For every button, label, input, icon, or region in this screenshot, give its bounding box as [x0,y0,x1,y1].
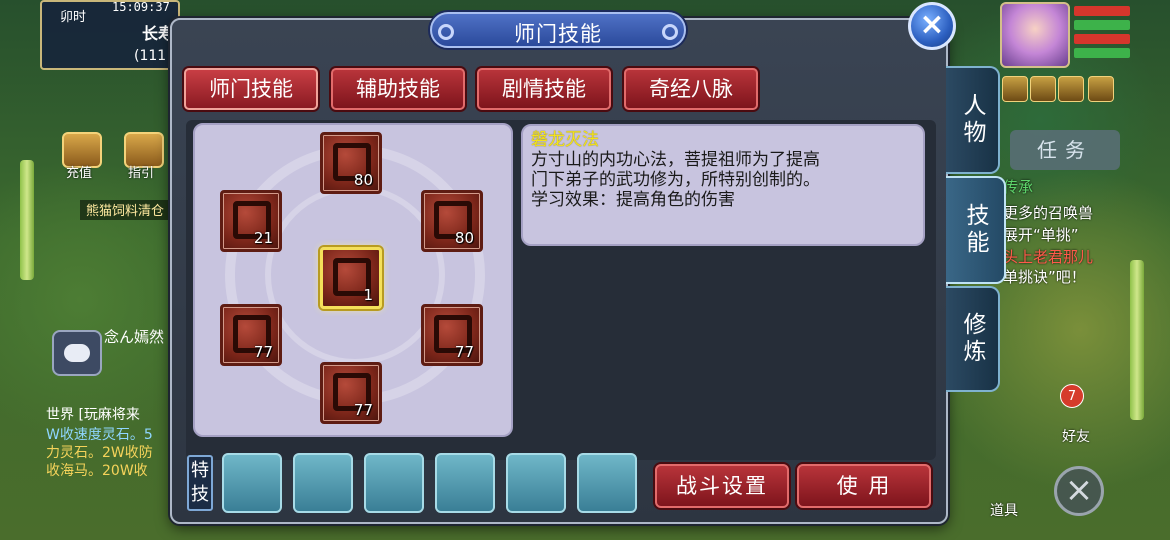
side-tab-cultivation[interactable]: 修炼 [946,286,1000,392]
clock-time: 15:09:37 [112,0,170,14]
skill-title: 磐龙灭法 [531,130,599,150]
tab-meridians[interactable]: 奇经八脉 [624,68,758,110]
skill-lower-right[interactable]: 77 [421,304,483,366]
map-coordinates: (111 [134,48,167,64]
task-line[interactable]: 展开“单挑” [1003,224,1079,245]
mp-bar [1074,20,1130,30]
use-button[interactable]: 使 用 [797,464,931,508]
side-tab-character[interactable]: 人物 [946,66,1000,174]
tab-support-skills[interactable]: 辅助技能 [331,68,465,110]
tab-school-skills[interactable]: 师门技能 [184,68,318,110]
pet-name: 念ん嫣然 [104,328,165,346]
bamboo-decoration [20,160,34,280]
skill-bottom[interactable]: 77 [320,362,382,424]
skill-upper-left[interactable]: 21 [220,190,282,252]
notice-banner[interactable]: 熊猫饲料清仓 [80,200,174,220]
recharge-button[interactable]: 充值 [66,162,92,181]
special-skill-slot[interactable] [222,453,282,513]
task-line[interactable]: 头上老君那儿 [1003,246,1093,267]
close-window-button[interactable]: × [908,2,956,50]
skill-level: 80 [353,171,373,189]
friend-count-badge: 7 [1060,384,1084,408]
window-title: 师门技能 [514,22,602,46]
task-line[interactable]: 更多的召唤兽 [1003,202,1093,223]
special-skill-slot[interactable] [364,453,424,513]
skill-level: 77 [353,401,373,419]
skill-level: 21 [253,229,273,247]
player-avatar[interactable] [1000,2,1070,68]
description-line: 方寸山的内功心法，菩提祖师为了提高 [531,150,820,170]
special-skill-slot[interactable] [506,453,566,513]
skill-lower-left[interactable]: 77 [220,304,282,366]
description-line: 门下弟子的武功修为，所特别创制的。 [531,170,820,190]
chat-line[interactable]: W收速度灵石。5 [46,424,172,444]
tab-story-skills[interactable]: 剧情技能 [477,68,611,110]
special-skills-label: 特技 [187,455,213,511]
friends-button[interactable]: 好友 [1062,426,1090,446]
bamboo-decoration [1130,260,1144,420]
special-skill-slot[interactable] [577,453,637,513]
title-ornament-icon [662,24,678,40]
task-line[interactable]: 单挑诀”吧！ [1003,266,1086,287]
skill-center[interactable]: 1 [320,247,382,309]
skill-upper-right[interactable]: 80 [421,190,483,252]
chat-line[interactable]: 世界 [玩麻将来 [46,404,172,424]
skill-level: 80 [454,229,474,247]
close-hud-icon[interactable]: × [1054,466,1104,516]
buff-icon[interactable] [1002,76,1028,102]
time-period-label: 卯时 [60,10,87,25]
exp-bar [1074,48,1130,58]
chat-icon[interactable] [52,330,102,376]
hp-bar [1074,6,1130,16]
skill-top[interactable]: 80 [320,132,382,194]
task-button[interactable]: 任务 [1010,130,1120,170]
anger-bar [1074,34,1130,44]
bag-button[interactable]: 道具 [990,500,1018,520]
window-title-bar: 师门技能 [430,12,686,48]
buff-icon[interactable] [1058,76,1084,102]
special-skill-slot[interactable] [293,453,353,513]
skill-level: 77 [454,343,474,361]
skill-level: 77 [253,343,273,361]
guide-button[interactable]: 指引 [128,162,154,181]
chat-line[interactable]: 收海马。20W收 [46,460,172,480]
buff-icon[interactable] [1088,76,1114,102]
description-line: 学习效果：提高角色的伤害 [531,190,735,210]
chat-line[interactable]: 力灵石。2W收防 [46,442,172,462]
buff-icon[interactable] [1030,76,1056,102]
skill-description-box: 磐龙灭法 方寸山的内功心法，菩提祖师为了提高 门下弟子的武功修为，所特别创制的。… [521,124,925,246]
special-skill-slot[interactable] [435,453,495,513]
skill-level: 1 [363,286,373,304]
task-line[interactable]: 传承 [1003,176,1033,197]
side-tab-skills[interactable]: 技能 [946,176,1006,284]
battle-settings-button[interactable]: 战斗设置 [655,464,789,508]
